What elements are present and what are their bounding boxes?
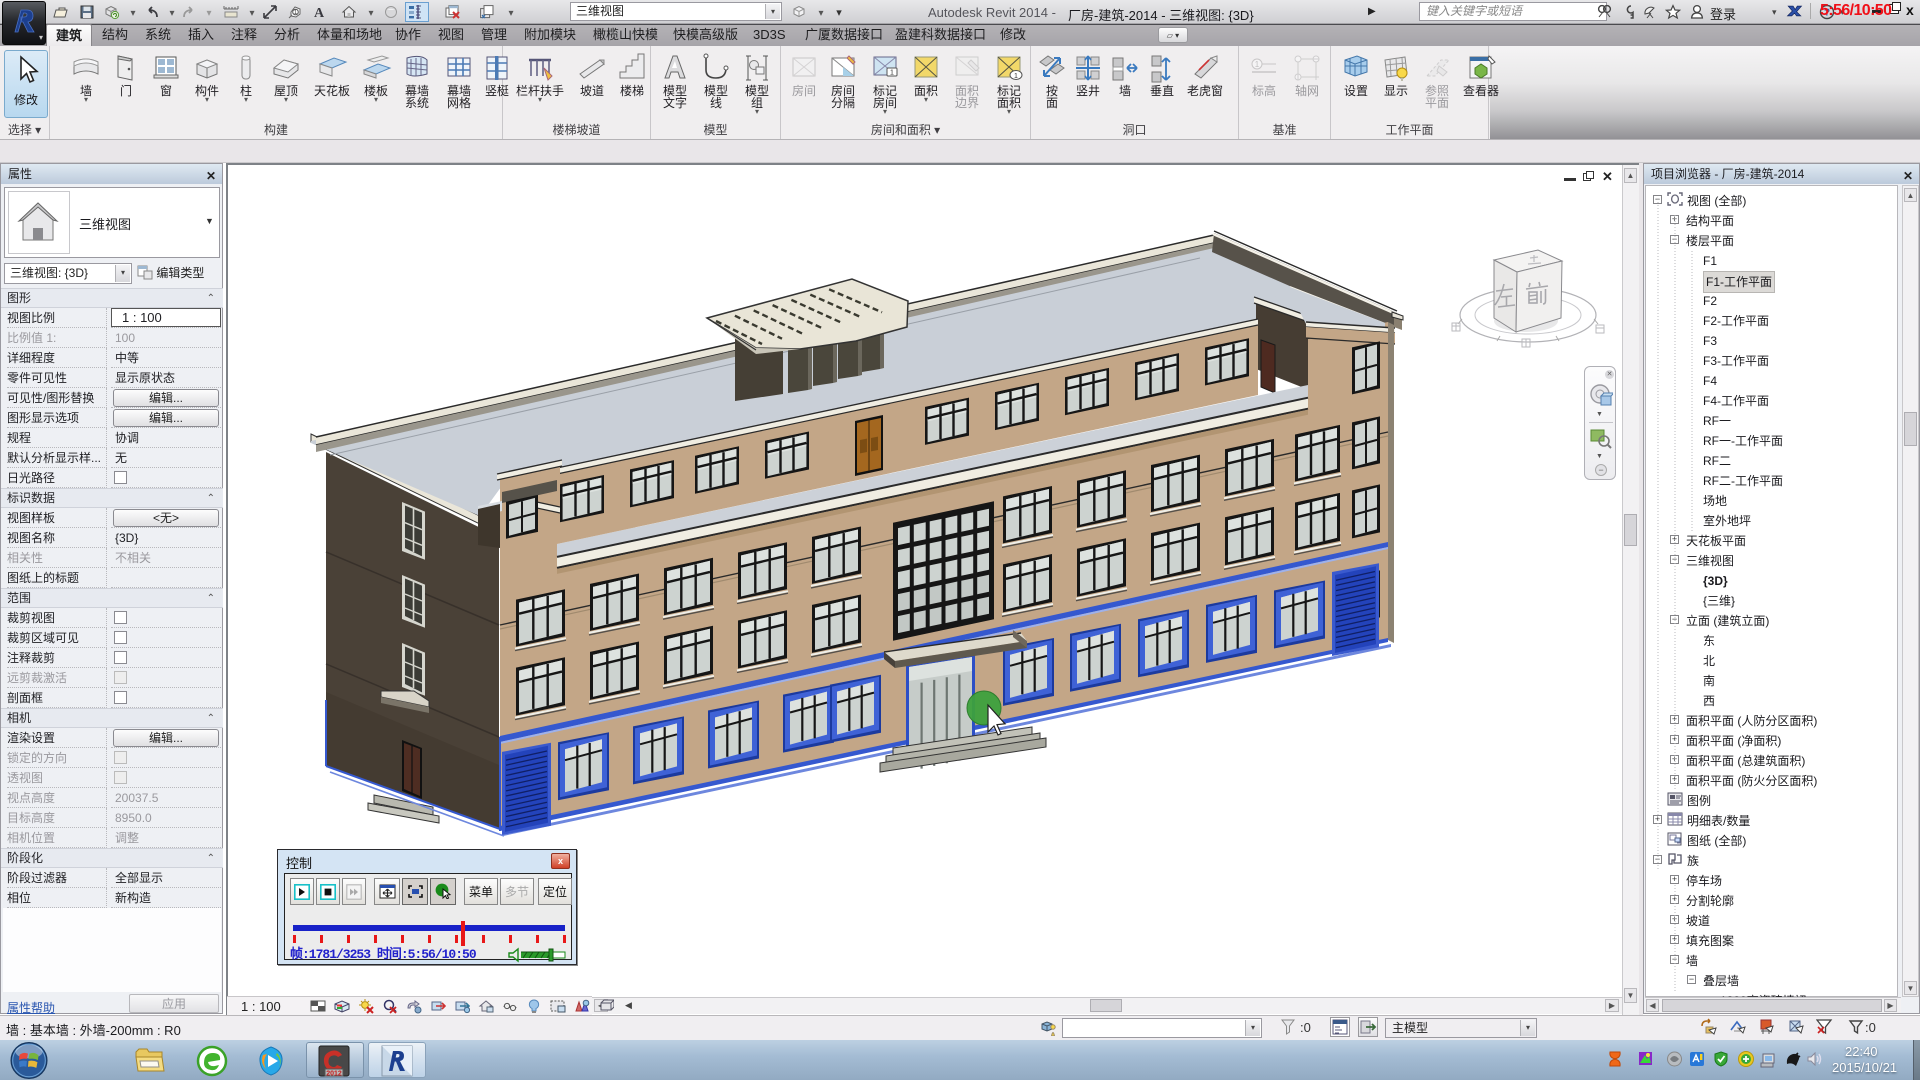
svg-text:1: 1: [1255, 60, 1260, 69]
svg-text:2012: 2012: [326, 1071, 342, 1078]
svg-text:▾: ▾: [130, 8, 135, 19]
svg-text:▾: ▾: [818, 8, 823, 19]
svg-text:▾: ▾: [169, 8, 174, 19]
svg-text:A: A: [314, 6, 325, 21]
svg-text:▾: ▾: [206, 8, 211, 19]
svg-text:▾: ▾: [508, 8, 513, 19]
svg-text:1: 1: [1014, 73, 1018, 80]
svg-text:▾: ▾: [249, 8, 254, 19]
svg-text:1: 1: [890, 70, 894, 77]
svg-text:▾: ▾: [836, 7, 842, 19]
svg-text:▾: ▾: [368, 8, 373, 19]
